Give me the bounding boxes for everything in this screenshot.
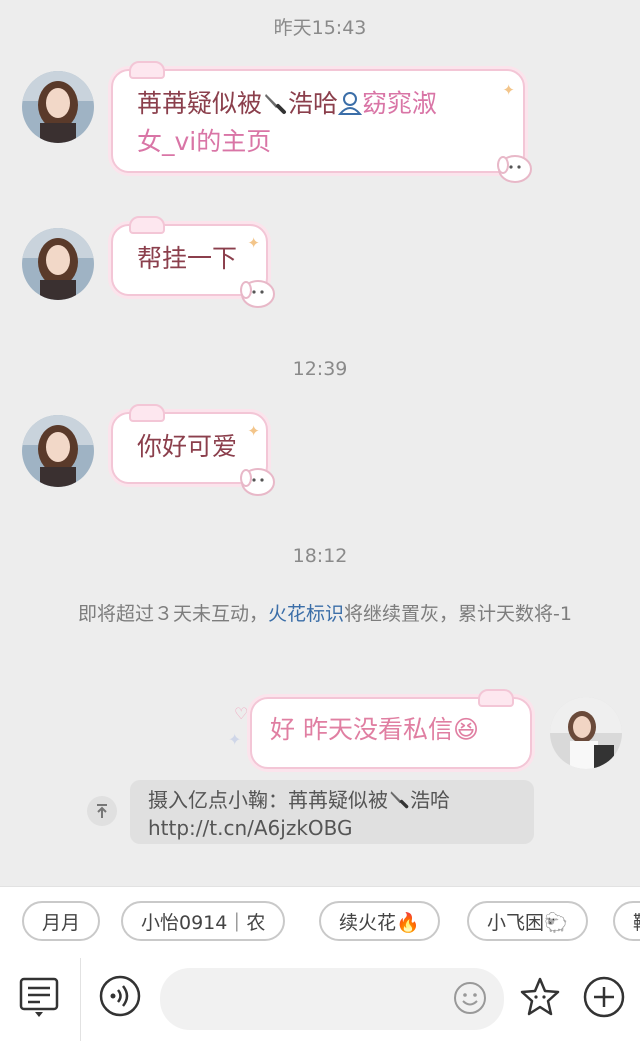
profile-link[interactable]: 窈窕淑 [362,89,437,118]
knife-icon [388,788,410,810]
star-sticker-icon[interactable] [517,975,563,1023]
bubble-decoration [129,216,165,234]
quick-reply-chip[interactable]: 续火花🔥 [319,901,440,941]
bubble-decoration [129,61,165,79]
bubble-decoration [478,689,514,707]
quote-text: 浩哈 [410,788,450,812]
quote-link[interactable]: http://t.cn/A6jzkOBG [148,814,516,842]
spark-link[interactable]: 火花标识 [268,603,344,625]
timestamp: 18:12 [292,545,348,567]
user-icon [337,89,363,115]
plus-icon[interactable] [582,975,626,1023]
notice-text: 将继续置灰，累计天数将-1 [344,603,572,625]
message-text: 浩哈 [288,89,339,118]
emoji-icon[interactable] [453,981,487,1019]
sparkle-icon: ✦ [228,730,242,749]
puppy-sticker-icon [497,155,532,183]
incoming-message-bubble[interactable]: ✦ 你好可爱 [111,404,275,496]
puppy-sticker-icon [240,468,275,496]
quick-reply-chip[interactable]: 月月 [22,901,101,941]
menu-icon[interactable] [18,976,60,1024]
message-text: 苒苒疑似被 [137,89,263,118]
sparkle-icon: ✦ [247,422,260,440]
puppy-sticker-icon [240,280,275,308]
sparkle-icon: ✦ [502,81,515,99]
contact-avatar[interactable] [22,228,94,300]
timestamp: 12:39 [292,358,348,380]
quick-reply-bar: 月月 小怡0914｜农 续火花🔥 小飞困🐑 靴 [0,886,640,959]
message-text: 好 昨天没看私信 [270,715,453,744]
laughing-emoji-icon: 😆 [452,715,480,744]
message-text: 你好可爱 [137,432,238,461]
voice-icon[interactable] [98,974,142,1022]
message-text: 帮挂一下 [137,244,238,273]
quoted-message[interactable]: 摄入亿点小鞠：苒苒疑似被 浩哈 http://t.cn/A6jzkOBG [130,780,534,844]
outgoing-message-bubble[interactable]: ♡ ✦ 好 昨天没看私信😆 [228,689,532,769]
profile-link[interactable]: 女_vi的主页 [137,123,499,161]
knife-icon [262,89,288,115]
incoming-message-bubble[interactable]: ✦ 帮挂一下 [111,216,275,308]
quick-reply-chip[interactable]: 靴 [613,901,640,941]
input-bar [0,958,640,1041]
incoming-message-bubble[interactable]: ✦ 苒苒疑似被 浩哈 窈窕淑 女_vi的主页 [111,61,532,183]
contact-avatar[interactable] [22,415,94,487]
upload-icon[interactable] [87,796,117,826]
divider [80,958,81,1041]
timestamp: 昨天15:43 [273,17,367,39]
contact-avatar[interactable] [22,71,94,143]
quote-text: 摄入亿点小鞠：苒苒疑似被 [148,788,388,812]
bubble-decoration [129,404,165,422]
quick-reply-chip[interactable]: 小飞困🐑 [467,901,588,941]
quick-reply-chip[interactable]: 小怡0914｜农 [121,901,286,941]
my-avatar[interactable] [550,697,622,769]
system-notice: 即将超过３天未互动，火花标识将继续置灰，累计天数将-1 [60,600,590,628]
notice-text: 即将超过３天未互动， [78,603,269,625]
sparkle-icon: ✦ [247,234,260,252]
